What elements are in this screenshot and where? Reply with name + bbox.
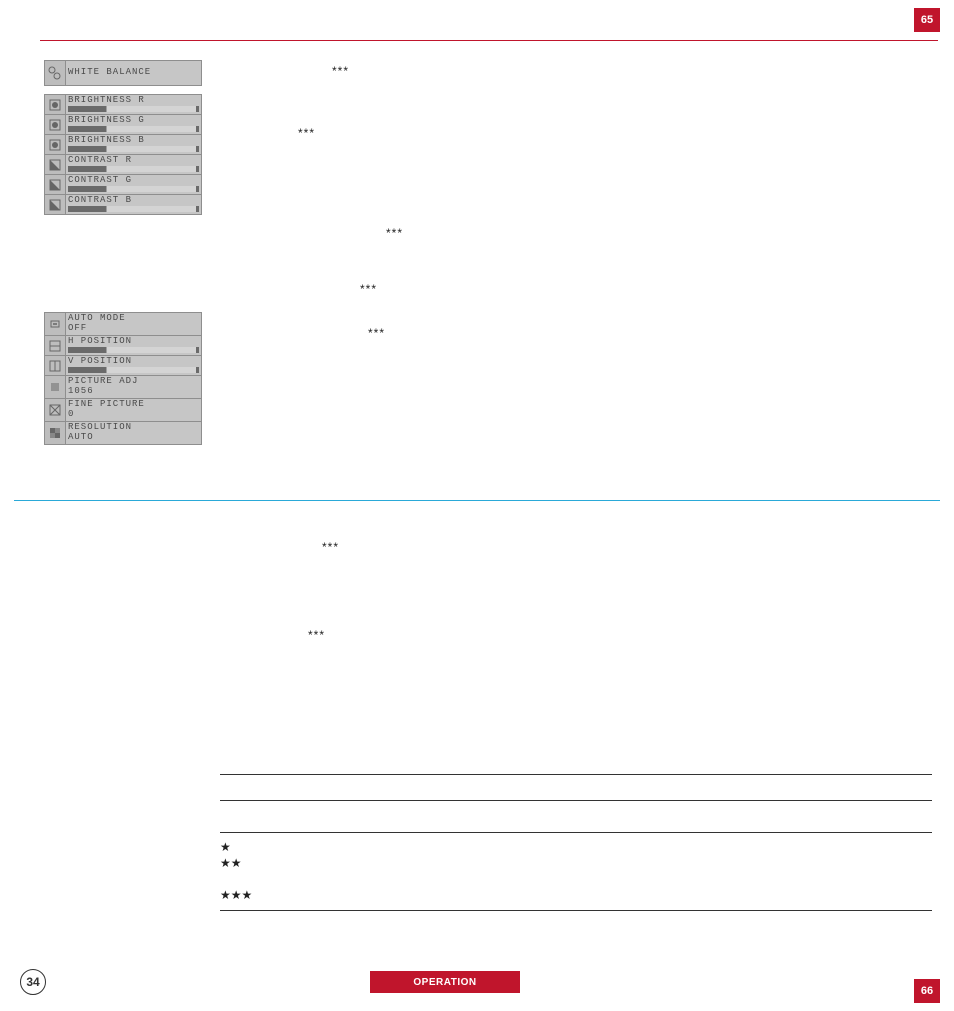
section-label-bar: OPERATION (370, 971, 520, 993)
contrast-icon (45, 175, 66, 194)
brightness-icon (45, 135, 66, 154)
page-number-bottom: 66 (921, 985, 933, 997)
osd-row-label: CONTRAST B (66, 193, 134, 205)
mid-rule (14, 500, 940, 501)
osd-row-label: V POSITION (66, 354, 134, 366)
v-position-icon (45, 356, 66, 375)
page-number-circle: 34 (20, 969, 46, 995)
note-marker: *** (386, 226, 403, 240)
osd-brightness-contrast: BRIGHTNESS R BRIGHTNESS G BRIGHTNESS B C… (44, 94, 202, 215)
slider[interactable] (68, 126, 199, 132)
slider[interactable] (68, 166, 199, 172)
gear-icon (45, 61, 66, 85)
note-marker: *** (308, 628, 325, 642)
osd-auto-mode: AUTO MODE OFF H POSITION V POSITION PICT… (44, 312, 202, 445)
slider[interactable] (68, 106, 199, 112)
top-rule (40, 40, 938, 41)
slider[interactable] (68, 206, 199, 212)
note-marker: *** (322, 540, 339, 554)
osd-header-label: WHITE BALANCE (66, 61, 201, 85)
page-number-top: 65 (921, 14, 933, 26)
page-number-left: 34 (26, 975, 39, 989)
osd-row-value: AUTO (66, 432, 201, 444)
slider[interactable] (68, 367, 199, 373)
contrast-icon (45, 195, 66, 214)
page: 65 WHITE BALANCE BRIGHTNESS R BRIGHTNESS… (0, 0, 954, 1011)
osd-row-label: AUTO MODE (66, 311, 128, 323)
osd-row-label: BRIGHTNESS B (66, 133, 147, 145)
section-label: OPERATION (413, 977, 476, 988)
resolution-icon (45, 422, 66, 444)
page-number-bottom-badge: 66 (914, 979, 940, 1003)
footnote-star-2: ★★ (220, 856, 242, 870)
osd-white-balance-header: WHITE BALANCE (44, 60, 202, 86)
contrast-icon (45, 155, 66, 174)
footnote-rule (220, 910, 932, 911)
note-marker: *** (360, 282, 377, 296)
osd-row-label: BRIGHTNESS R (66, 93, 147, 105)
osd-row-label: RESOLUTION (66, 420, 134, 432)
footnote-star-3: ★★★ (220, 888, 252, 902)
osd-row-label: CONTRAST R (66, 153, 134, 165)
h-position-icon (45, 336, 66, 355)
osd-row-label: CONTRAST G (66, 173, 134, 185)
page-number-top-badge: 65 (914, 8, 940, 32)
picture-adj-icon (45, 376, 66, 398)
osd-row-label: PICTURE ADJ (66, 374, 140, 386)
footnote-rule (220, 800, 932, 801)
note-marker: *** (298, 126, 315, 140)
slider[interactable] (68, 146, 199, 152)
slider[interactable] (68, 347, 199, 353)
fine-picture-icon (45, 399, 66, 421)
brightness-icon (45, 95, 66, 114)
note-marker: *** (368, 326, 385, 340)
slider[interactable] (68, 186, 199, 192)
note-marker: *** (332, 64, 349, 78)
osd-row-label: FINE PICTURE (66, 397, 147, 409)
footnote-star-1: ★ (220, 840, 231, 854)
footnote-rule (220, 832, 932, 833)
brightness-icon (45, 115, 66, 134)
osd-row-label: BRIGHTNESS G (66, 113, 147, 125)
robot-icon (45, 313, 66, 335)
footnote-rule (220, 774, 932, 775)
osd-row-label: H POSITION (66, 334, 134, 346)
